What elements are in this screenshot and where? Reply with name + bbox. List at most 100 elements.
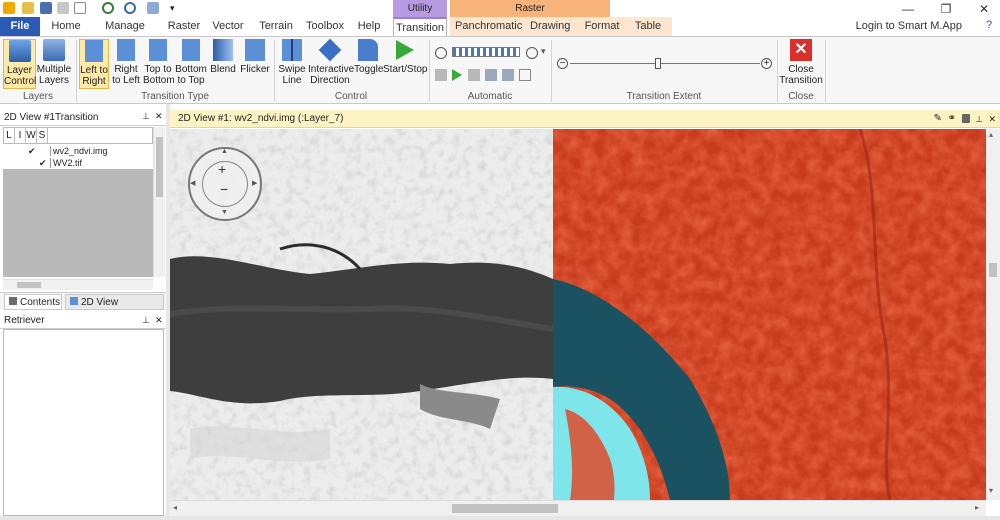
loop-icon[interactable] [519, 69, 531, 81]
customize-toolbar-icon[interactable]: ▾ [170, 2, 182, 14]
contents-hscroll-thumb[interactable] [17, 282, 41, 288]
layer-checkbox-icon[interactable]: ✔ [39, 158, 47, 168]
tab-manage-data[interactable]: Manage Data [94, 17, 156, 51]
view-lock-icon[interactable] [962, 114, 970, 123]
speed-icon[interactable] [435, 47, 447, 59]
help-question-icon[interactable]: ? [986, 19, 992, 31]
layer-name: WV2.tif [50, 158, 82, 168]
select-icon[interactable] [74, 2, 86, 14]
flicker-icon [245, 39, 265, 61]
multiple-layers-button[interactable]: Multiple Layers [36, 39, 72, 89]
group-label-layers: Layers [22, 91, 53, 102]
undo-icon[interactable] [57, 2, 69, 14]
interval-dropdown-icon[interactable]: ▾ [541, 46, 546, 57]
layer-columns-header: L I W S [3, 127, 153, 144]
tab-2d-view-transition[interactable]: 2D View #1Transiti... [65, 294, 164, 324]
tab-file[interactable]: File [0, 17, 40, 36]
tab-contents[interactable]: Contents [4, 294, 62, 310]
context-group-raster: Raster [450, 0, 610, 17]
skip-back-icon[interactable] [435, 69, 447, 81]
toggle-button[interactable]: Toggle [354, 39, 384, 89]
view-pencil-icon[interactable]: ✎ [934, 110, 942, 128]
move-up-icon[interactable] [502, 69, 514, 81]
view-close-icon[interactable]: ✕ [988, 110, 996, 128]
tab-toolbox[interactable]: Toolbox [304, 17, 346, 36]
tab-table[interactable]: Table [633, 17, 663, 36]
pan-icon[interactable] [147, 2, 159, 14]
map-view[interactable]: + − ▲ ▼ ◀ ▶ [170, 129, 986, 500]
swipe-line-label: Swipe Line [278, 64, 306, 86]
vscroll-up-icon[interactable]: ▴ [989, 130, 993, 139]
zoom-in-icon[interactable] [102, 2, 114, 14]
hscroll-right-icon[interactable]: ▸ [975, 503, 979, 512]
view-horizontal-scrollbar[interactable]: ◂ ▸ [170, 500, 986, 516]
pin-icon[interactable]: ⊥ [142, 111, 150, 122]
bottom-to-top-button[interactable]: Bottom to Top [175, 39, 207, 89]
group-label-control: Control [334, 91, 368, 102]
retriever-pin-icon[interactable]: ⊥ [142, 315, 150, 326]
blend-button[interactable]: Blend [209, 39, 237, 89]
extent-minus-icon[interactable]: − [557, 58, 568, 69]
toggle-label: Toggle [354, 64, 384, 75]
tab-format[interactable]: Format [583, 17, 621, 36]
view-pin-icon[interactable]: ⊥ [975, 110, 983, 128]
hscroll-left-icon[interactable]: ◂ [173, 503, 177, 512]
move-down-icon[interactable] [485, 69, 497, 81]
interactive-direction-button[interactable]: Interactive Direction [308, 38, 354, 89]
play-auto-icon[interactable] [451, 69, 463, 81]
contents-vscroll-thumb[interactable] [156, 137, 163, 197]
layer-checkbox-icon[interactable]: ✔ [28, 146, 36, 156]
start-stop-button[interactable]: Start/Stop [383, 39, 427, 89]
zoom-out-icon[interactable] [124, 2, 136, 14]
open-folder-icon[interactable] [22, 2, 34, 14]
skip-forward-icon[interactable] [468, 69, 480, 81]
tab-panchromatic[interactable]: Panchromatic [455, 17, 522, 36]
extent-plus-icon[interactable]: + [761, 58, 772, 69]
right-to-left-button[interactable]: Right to Left [111, 39, 141, 89]
contents-vertical-scrollbar[interactable] [153, 127, 165, 277]
tab-drawing[interactable]: Drawing [530, 17, 570, 36]
contents-horizontal-scrollbar[interactable] [3, 279, 153, 290]
vscroll-down-icon[interactable]: ▾ [989, 486, 993, 495]
speed-slider[interactable] [452, 47, 520, 57]
swipe-line-button[interactable]: Swipe Line [278, 39, 306, 89]
left-to-right-button[interactable]: Left to Right [79, 39, 109, 89]
save-icon[interactable] [40, 2, 52, 14]
tab-home[interactable]: Home [48, 17, 84, 36]
blend-icon [213, 39, 233, 61]
layer-row[interactable]: ✔ WV2.tif [3, 158, 153, 168]
navigation-control[interactable]: + − ▲ ▼ ◀ ▶ [188, 147, 262, 221]
close-transition-button[interactable]: ✕ Close Transition [779, 39, 823, 89]
top-to-bottom-button[interactable]: Top to Bottom [143, 39, 175, 89]
minimize-icon[interactable]: — [896, 1, 920, 17]
tab-transition[interactable]: Transition [393, 17, 447, 36]
extent-track[interactable] [570, 63, 760, 64]
flicker-label: Flicker [240, 64, 270, 75]
pan-right-icon[interactable]: ▶ [252, 179, 257, 187]
layer-row[interactable]: ✔ wv2_ndvi.img [3, 146, 153, 156]
column-l: L [4, 128, 15, 143]
retriever-close-icon[interactable]: ✕ [155, 315, 163, 326]
interval-icon[interactable] [526, 47, 538, 59]
zoom-in-nav-icon[interactable]: + [218, 161, 226, 177]
layer-control-button[interactable]: Layer Control [3, 39, 36, 89]
tab-help[interactable]: Help [354, 17, 384, 36]
restore-icon[interactable]: ❐ [934, 1, 958, 17]
tab-vector[interactable]: Vector [210, 17, 246, 36]
view-link-icon[interactable]: ⚭ [948, 110, 956, 128]
pan-down-icon[interactable]: ▼ [221, 209, 228, 216]
view-vertical-scrollbar[interactable]: ▴ ▾ [986, 129, 1000, 500]
flicker-button[interactable]: Flicker [239, 39, 271, 89]
login-link[interactable]: Login to Smart M.App [856, 17, 962, 36]
pan-up-icon[interactable]: ▲ [221, 148, 228, 155]
pan-left-icon[interactable]: ◀ [190, 179, 195, 187]
view-hscroll-thumb[interactable] [452, 504, 558, 513]
panel-close-icon[interactable]: ✕ [155, 111, 163, 122]
tab-raster[interactable]: Raster [166, 17, 202, 36]
arrow-left-icon [117, 39, 135, 61]
extent-thumb[interactable] [655, 58, 661, 69]
view-vscroll-thumb[interactable] [989, 263, 997, 277]
tab-terrain[interactable]: Terrain [256, 17, 296, 36]
zoom-out-nav-icon[interactable]: − [220, 181, 228, 197]
close-icon[interactable]: ✕ [972, 1, 996, 17]
